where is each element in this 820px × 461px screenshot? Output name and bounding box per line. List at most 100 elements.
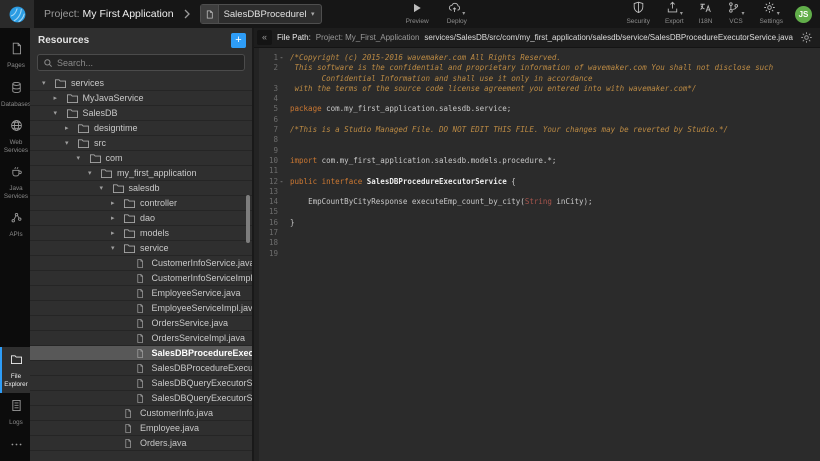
tree-item[interactable]: ▾src bbox=[30, 136, 252, 151]
code-line: 11 bbox=[259, 166, 820, 176]
i18n-icon bbox=[699, 1, 712, 17]
user-avatar[interactable]: JS bbox=[795, 6, 812, 23]
tree-item[interactable]: EmployeeService.java bbox=[30, 286, 252, 301]
tree-toggle-icon[interactable]: ▾ bbox=[54, 109, 66, 117]
code-text bbox=[285, 187, 820, 197]
file-icon bbox=[135, 288, 148, 299]
fold-spacer bbox=[278, 207, 285, 217]
editor-settings-button[interactable] bbox=[800, 31, 813, 44]
fold-marker[interactable]: - bbox=[278, 177, 285, 187]
tree-item[interactable]: ▾SalesDB bbox=[30, 106, 252, 121]
tree-item[interactable]: EmployeeServiceImpl.java bbox=[30, 301, 252, 316]
tree-toggle-icon[interactable]: ▸ bbox=[54, 94, 66, 102]
tree-item-label: EmployeeService.java bbox=[152, 288, 241, 298]
rail-item-more[interactable] bbox=[0, 432, 30, 461]
fold-spacer bbox=[278, 135, 285, 145]
rail-item-java-services[interactable]: Java Services bbox=[0, 159, 30, 205]
add-resource-button[interactable]: + bbox=[231, 33, 246, 48]
tree-item[interactable]: SalesDBQueryExecutorServiceImpl.java bbox=[30, 391, 252, 406]
code-text bbox=[285, 228, 820, 238]
folder-icon bbox=[123, 228, 136, 239]
vcs-button[interactable]: ▾VCS bbox=[727, 4, 744, 25]
tree-item[interactable]: Employee.java bbox=[30, 421, 252, 436]
pages-icon bbox=[10, 42, 23, 60]
line-number: 13 bbox=[269, 187, 278, 197]
open-file-dropdown[interactable]: SalesDBProcedureE... ▾ bbox=[200, 4, 322, 24]
folder-icon bbox=[10, 353, 23, 371]
tree-toggle-icon[interactable]: ▾ bbox=[65, 139, 77, 147]
tree-toggle-icon[interactable]: ▾ bbox=[88, 169, 100, 177]
rail-item-databases[interactable]: Databases bbox=[0, 75, 30, 114]
folder-icon bbox=[123, 213, 136, 224]
toolbar-button-label: VCS bbox=[729, 18, 742, 25]
tree-toggle-icon[interactable]: ▾ bbox=[100, 184, 112, 192]
collapse-panel-button[interactable]: « bbox=[257, 30, 272, 45]
code-text bbox=[285, 238, 820, 248]
logs-icon bbox=[10, 399, 23, 417]
tree-item[interactable]: ▸ controller bbox=[30, 196, 252, 211]
tree-scrollbar[interactable] bbox=[246, 195, 250, 243]
security-button[interactable]: Security bbox=[626, 4, 649, 25]
tree-toggle-icon[interactable]: ▸ bbox=[111, 199, 123, 207]
rail-item-apis[interactable]: APIs bbox=[0, 205, 30, 244]
code-text bbox=[285, 207, 820, 217]
folder-icon bbox=[77, 138, 90, 149]
rail-item-web-services[interactable]: Web Services bbox=[0, 113, 30, 159]
vcs-icon bbox=[727, 1, 740, 17]
tree-item[interactable]: ▾service bbox=[30, 241, 252, 256]
tree-item[interactable]: CustomerInfo.java bbox=[30, 406, 252, 421]
export-button[interactable]: ▾Export bbox=[665, 4, 684, 25]
code-text: public interface SalesDBProcedureExecuto… bbox=[285, 177, 820, 187]
tree-item[interactable]: ▾salesdb bbox=[30, 181, 252, 196]
wavemaker-logo[interactable] bbox=[0, 0, 34, 28]
resource-search bbox=[37, 54, 245, 71]
tree-item[interactable]: ▸dao bbox=[30, 211, 252, 226]
tree-item[interactable]: ▸models bbox=[30, 226, 252, 241]
tree-item[interactable]: OrdersServiceImpl.java bbox=[30, 331, 252, 346]
rail-item-pages[interactable]: Pages bbox=[0, 36, 30, 75]
toolbar-button-label: Security bbox=[626, 18, 649, 25]
tree-item[interactable]: ▸MyJavaService bbox=[30, 91, 252, 106]
tree-toggle-icon[interactable]: ▸ bbox=[65, 124, 77, 132]
tree-item[interactable]: Orders.java bbox=[30, 436, 252, 451]
line-number: 12 bbox=[269, 177, 278, 187]
tree-item[interactable]: ▾com bbox=[30, 151, 252, 166]
code-line: 16} bbox=[259, 218, 820, 228]
rail-item-file-explorer[interactable]: File Explorer bbox=[0, 347, 30, 393]
tree-item-label: controller bbox=[140, 198, 177, 208]
tree-item[interactable]: CustomerInfoServiceImpl.java bbox=[30, 271, 252, 286]
deploy-button[interactable]: ▾Deploy bbox=[447, 4, 467, 25]
tree-toggle-icon[interactable]: ▸ bbox=[111, 214, 123, 222]
resources-header: Resources + bbox=[30, 28, 252, 49]
code-line: 15 bbox=[259, 207, 820, 217]
tree-toggle-icon[interactable]: ▾ bbox=[111, 244, 123, 252]
top-bar: Project: My First Application SalesDBPro… bbox=[0, 0, 820, 28]
preview-button[interactable]: Preview bbox=[406, 4, 429, 25]
tree-item[interactable]: ▾my_first_application bbox=[30, 166, 252, 181]
tree-item[interactable]: SalesDBProcedureExecutorServiceImpl.java bbox=[30, 361, 252, 376]
export-icon bbox=[666, 1, 679, 17]
i18n-button[interactable]: I18N bbox=[699, 4, 713, 25]
folder-icon bbox=[66, 93, 79, 104]
tree-item[interactable]: ▸designtime bbox=[30, 121, 252, 136]
toolbar-button-label: Export bbox=[665, 18, 684, 25]
rail-item-label: Java Services bbox=[2, 185, 30, 200]
code-line: 3 with the terms of the source code lice… bbox=[259, 84, 820, 94]
search-input[interactable] bbox=[57, 58, 239, 68]
tree-toggle-icon[interactable]: ▾ bbox=[77, 154, 89, 162]
rail-spacer bbox=[0, 244, 30, 348]
rail-item-logs[interactable]: Logs bbox=[0, 393, 30, 432]
tree-item[interactable]: OrdersService.java bbox=[30, 316, 252, 331]
tree-item[interactable]: SalesDBProcedureExecutorService.java bbox=[30, 346, 252, 361]
tree-toggle-icon[interactable]: ▸ bbox=[111, 229, 123, 237]
settings-button[interactable]: ▾Settings bbox=[760, 4, 784, 25]
tree-item[interactable]: SalesDBQueryExecutorService.java bbox=[30, 376, 252, 391]
fold-marker[interactable]: - bbox=[278, 53, 285, 63]
code-editor[interactable]: 1-/*Copyright (c) 2015-2016 wavemaker.co… bbox=[254, 48, 820, 461]
rail-item-label: Pages bbox=[7, 62, 25, 70]
line-number: 14 bbox=[269, 197, 278, 207]
tree-item[interactable]: CustomerInfoService.java bbox=[30, 256, 252, 271]
tree-item[interactable]: ▾services bbox=[30, 76, 252, 91]
tree-toggle-icon[interactable]: ▾ bbox=[42, 79, 54, 87]
left-navigation-rail: Pages DatabasesWeb Services Java Services A… bbox=[0, 28, 30, 461]
